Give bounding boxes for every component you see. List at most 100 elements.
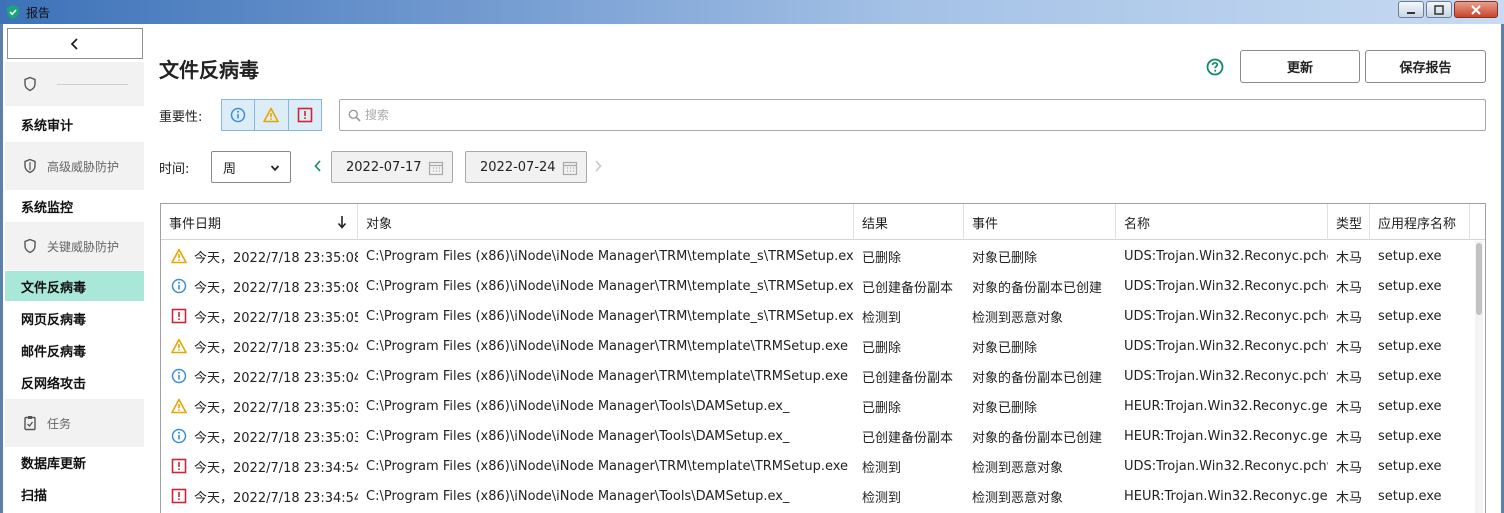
cell-object: C:\Program Files (x86)\iNode\iNode Manag… xyxy=(366,368,849,384)
sidebar-item-scan[interactable]: 扫描 xyxy=(5,479,144,509)
info-icon xyxy=(171,428,187,444)
close-icon xyxy=(1471,4,1481,15)
column-header-date[interactable]: 事件日期 xyxy=(161,204,358,240)
table-row[interactable]: 今天，2022/7/18 23:35:08 C:\Program Files (… xyxy=(161,241,1485,271)
cell-date: 今天，2022/7/18 23:35:03 xyxy=(161,391,358,421)
severity-warning-toggle[interactable] xyxy=(255,100,289,130)
period-select[interactable]: 周 xyxy=(211,151,291,183)
minimize-button[interactable] xyxy=(1398,1,1424,18)
info-icon xyxy=(171,278,187,294)
close-button[interactable] xyxy=(1454,1,1498,18)
column-header-event[interactable]: 事件 xyxy=(964,204,1116,240)
cell-app: setup.exe xyxy=(1378,458,1442,474)
table-row[interactable]: 今天，2022/7/18 23:34:54 C:\Program Files (… xyxy=(161,481,1485,511)
cell-type: 木马 xyxy=(1336,280,1363,296)
cell-name: HEUR:Trojan.Win32.Reconyc.gen xyxy=(1124,488,1328,504)
column-header-name[interactable]: 名称 xyxy=(1116,204,1328,240)
sort-descending-icon xyxy=(337,216,347,229)
sidebar: 系统审计 高级威胁防护 系统监控 关键威胁防护 文件反病毒 网页反病毒 邮件反病… xyxy=(5,26,144,513)
date-from-field[interactable]: 2022-07-17 xyxy=(331,151,453,183)
cell-date: 今天，2022/7/18 23:34:54 xyxy=(161,451,358,481)
shield-icon xyxy=(24,76,36,92)
sidebar-item-system-monitor[interactable]: 系统监控 xyxy=(5,191,144,221)
table-row[interactable]: 今天，2022/7/18 23:35:03 C:\Program Files (… xyxy=(161,391,1485,421)
cell-app: setup.exe xyxy=(1378,488,1442,504)
previous-period-button[interactable] xyxy=(313,159,323,173)
cell-date: 今天，2022/7/18 23:35:03 xyxy=(161,421,358,451)
sidebar-group-advanced-threat: 高级威胁防护 xyxy=(5,142,144,190)
cell-event: 对象已删除 xyxy=(972,340,1038,356)
next-period-button[interactable] xyxy=(593,159,603,173)
critical-icon xyxy=(297,107,313,123)
cell-event: 对象已删除 xyxy=(972,250,1038,266)
cell-object: C:\Program Files (x86)\iNode\iNode Manag… xyxy=(366,278,854,294)
cell-type: 木马 xyxy=(1336,430,1363,446)
sidebar-item-web-antivirus[interactable]: 网页反病毒 xyxy=(5,303,144,333)
sidebar-item-file-antivirus[interactable]: 文件反病毒 xyxy=(5,271,144,301)
collapse-sidebar-button[interactable] xyxy=(7,28,143,59)
cell-name: HEUR:Trojan.Win32.Reconyc.gen xyxy=(1124,398,1328,414)
cell-object: C:\Program Files (x86)\iNode\iNode Manag… xyxy=(366,398,790,414)
cell-event: 对象的备份副本已创建 xyxy=(972,370,1103,386)
save-report-button[interactable]: 保存报告 xyxy=(1365,50,1486,83)
column-header-type[interactable]: 类型 xyxy=(1328,204,1370,240)
sidebar-item-network-attack[interactable]: 反网络攻击 xyxy=(5,367,144,397)
severity-info-toggle[interactable] xyxy=(222,100,256,130)
cell-app: setup.exe xyxy=(1378,368,1442,384)
warning-icon xyxy=(171,338,187,354)
cell-result: 已创建备份副本 xyxy=(862,370,954,386)
cell-object: C:\Program Files (x86)\iNode\iNode Manag… xyxy=(366,458,849,474)
table-row[interactable]: 今天，2022/7/18 23:35:05 C:\Program Files (… xyxy=(161,301,1485,331)
table-row[interactable]: 今天，2022/7/18 23:35:08 C:\Program Files (… xyxy=(161,271,1485,301)
date-from-value: 2022-07-17 xyxy=(346,159,422,175)
cell-app: setup.exe xyxy=(1378,308,1442,324)
table-row[interactable]: 今天，2022/7/18 23:34:54 C:\Program Files (… xyxy=(161,451,1485,481)
cell-type: 木马 xyxy=(1336,250,1363,266)
cell-date: 今天，2022/7/18 23:35:05 xyxy=(161,301,358,331)
column-header-app-name[interactable]: 应用程序名称 xyxy=(1370,204,1470,240)
cell-result: 已创建备份副本 xyxy=(862,430,954,446)
sidebar-item-db-update[interactable]: 数据库更新 xyxy=(5,447,144,477)
cell-result: 已删除 xyxy=(862,340,902,356)
table-header: 事件日期 对象 结果 事件 名称 类型 应用程序名称 xyxy=(161,204,1485,240)
chevron-down-icon xyxy=(270,165,280,172)
update-button[interactable]: 更新 xyxy=(1240,50,1360,83)
table-scrollbar[interactable] xyxy=(1475,241,1483,513)
sidebar-group-tasks: 任务 xyxy=(5,399,144,447)
table-row[interactable]: 今天，2022/7/18 23:35:03 C:\Program Files (… xyxy=(161,421,1485,451)
cell-app: setup.exe xyxy=(1378,428,1442,444)
column-header-object[interactable]: 对象 xyxy=(358,204,854,240)
search-box xyxy=(339,99,1486,131)
critical-icon xyxy=(171,488,187,504)
cell-date: 今天，2022/7/18 23:34:54 xyxy=(161,481,358,511)
cell-name: UDS:Trojan.Win32.Reconyc.pche xyxy=(1124,248,1328,264)
cell-event: 检测到恶意对象 xyxy=(972,310,1064,326)
warning-icon xyxy=(171,248,187,264)
main-panel: 文件反病毒 更新 保存报告 重要性: 时间: 周 xyxy=(144,24,1501,513)
sidebar-item-system-audit[interactable]: 系统审计 xyxy=(5,109,144,139)
calendar-icon[interactable] xyxy=(428,160,444,176)
group-divider xyxy=(57,84,128,85)
cell-name: UDS:Trojan.Win32.Reconyc.pche xyxy=(1124,278,1328,294)
sidebar-item-mail-antivirus[interactable]: 邮件反病毒 xyxy=(5,335,144,365)
severity-filter xyxy=(221,99,322,131)
date-to-field[interactable]: 2022-07-24 xyxy=(465,151,587,183)
cell-app: setup.exe xyxy=(1378,338,1442,354)
help-icon[interactable] xyxy=(1206,58,1224,76)
time-label: 时间: xyxy=(159,162,190,177)
table-row[interactable]: 今天，2022/7/18 23:35:04 C:\Program Files (… xyxy=(161,361,1485,391)
cell-date: 今天，2022/7/18 23:35:04 xyxy=(161,331,358,361)
table-row[interactable]: 今天，2022/7/18 23:35:04 C:\Program Files (… xyxy=(161,331,1485,361)
window-title: 报告 xyxy=(26,5,51,20)
column-header-result[interactable]: 结果 xyxy=(854,204,964,240)
calendar-icon[interactable] xyxy=(562,160,578,176)
cell-app: setup.exe xyxy=(1378,398,1442,414)
clipboard-icon xyxy=(24,416,36,431)
cell-type: 木马 xyxy=(1336,490,1363,506)
maximize-button[interactable] xyxy=(1426,1,1452,18)
cell-event: 对象的备份副本已创建 xyxy=(972,430,1103,446)
scrollbar-thumb[interactable] xyxy=(1476,243,1482,315)
search-input[interactable] xyxy=(365,108,1465,122)
severity-critical-toggle[interactable] xyxy=(288,100,321,130)
cell-result: 已删除 xyxy=(862,250,902,266)
